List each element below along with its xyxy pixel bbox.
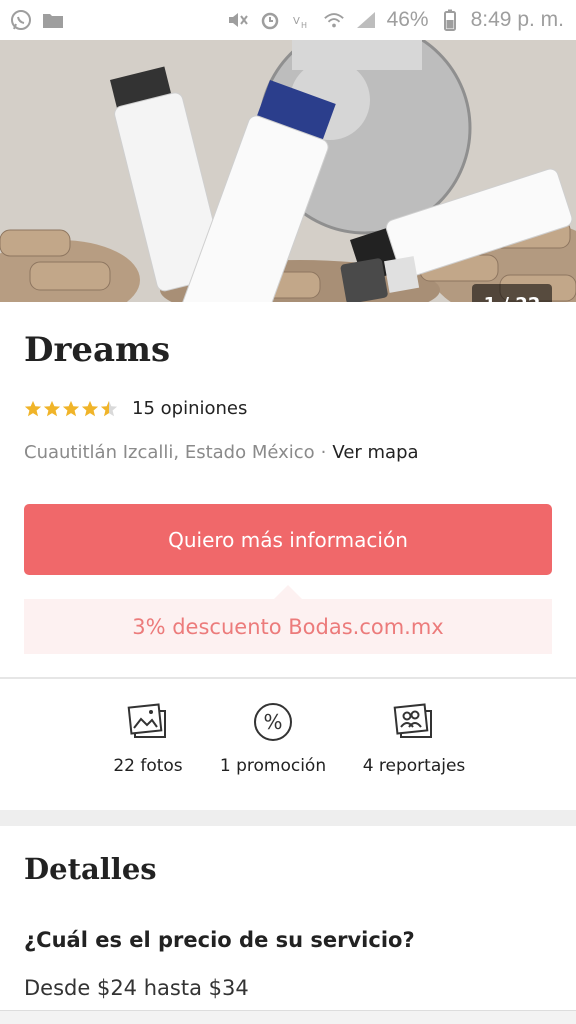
status-bar: VH 46% 8:49 p. m. <box>0 0 576 40</box>
album-icon <box>392 700 436 744</box>
whatsapp-icon <box>10 10 32 30</box>
divider <box>0 677 576 679</box>
view-map-link[interactable]: Ver mapa <box>332 442 418 463</box>
alarm-icon <box>259 10 281 30</box>
lighters-photo <box>0 40 576 302</box>
request-info-button[interactable]: Quiero más información <box>24 504 552 575</box>
photo-counter: 1 / 22 <box>472 284 552 302</box>
rating-stars <box>24 400 118 418</box>
battery-icon <box>439 9 461 31</box>
stat-promotions[interactable]: % 1 promoción <box>218 700 328 776</box>
section-separator <box>0 810 576 826</box>
stat-promotions-label: 1 promoción <box>219 756 327 776</box>
stats-row: 22 fotos % 1 promoción 4 reportajes <box>0 690 576 810</box>
discount-banner[interactable]: 3% descuento Bodas.com.mx <box>24 599 552 654</box>
price-answer: Desde $24 hasta $34 <box>24 976 249 1000</box>
details-title: Detalles <box>24 852 157 886</box>
percent-icon: % <box>251 700 295 744</box>
half-star-icon <box>100 400 118 416</box>
rating-row[interactable]: 15 opiniones <box>24 398 247 419</box>
svg-text:H: H <box>301 21 307 30</box>
separator: · <box>320 442 327 463</box>
battery-level: 46% <box>386 8 429 31</box>
svg-text:V: V <box>293 16 300 27</box>
star-icon <box>24 400 42 416</box>
photo-gallery[interactable]: 1 / 22 <box>0 40 576 302</box>
vendor-title: Dreams <box>24 330 171 370</box>
location-text: Cuautitlán Izcalli, Estado México <box>24 442 315 463</box>
signal-icon <box>355 10 377 30</box>
clock: 8:49 p. m. <box>470 8 564 31</box>
location-row: Cuautitlán Izcalli, Estado México · Ver … <box>24 442 419 463</box>
price-question: ¿Cuál es el precio de su servicio? <box>24 928 415 952</box>
stat-reports-label: 4 reportajes <box>362 756 466 776</box>
reviews-count[interactable]: 15 opiniones <box>132 398 247 419</box>
stat-photos[interactable]: 22 fotos <box>110 700 186 776</box>
stat-photos-label: 22 fotos <box>113 756 183 776</box>
svg-text:%: % <box>263 710 282 734</box>
star-icon <box>62 400 80 416</box>
bottom-nav <box>0 1010 576 1024</box>
folder-icon <box>42 10 64 30</box>
photos-icon <box>126 700 170 744</box>
wifi-icon <box>323 10 345 30</box>
star-icon <box>81 400 99 416</box>
star-icon <box>43 400 61 416</box>
vibrate-icon: VH <box>291 10 313 30</box>
mute-icon <box>227 10 249 30</box>
stat-reports[interactable]: 4 reportajes <box>360 700 468 776</box>
